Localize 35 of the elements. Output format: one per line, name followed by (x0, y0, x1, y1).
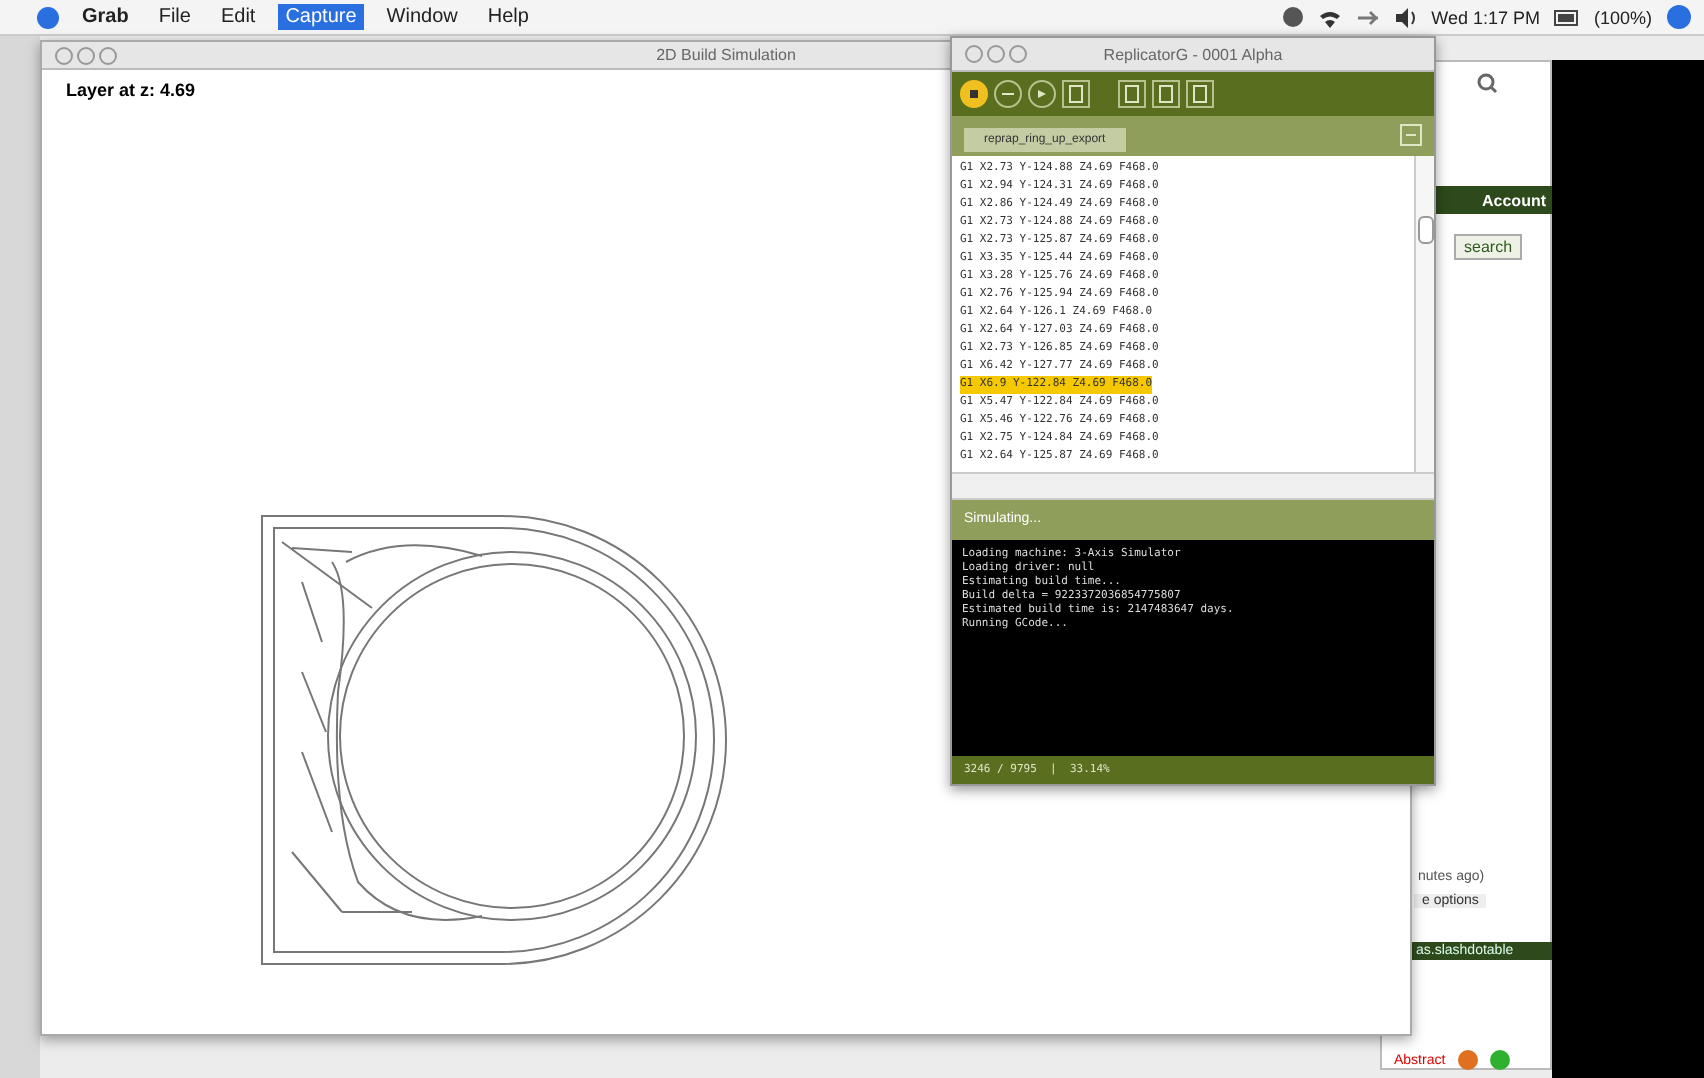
window-title: ReplicatorG - 0001 Alpha (1103, 45, 1283, 63)
window-buttons-icon (964, 44, 1028, 64)
menu-item[interactable]: Window (378, 4, 466, 30)
status-icon (1457, 1050, 1478, 1070)
status-icon (1281, 6, 1304, 28)
document-icon[interactable] (1118, 80, 1146, 108)
spotlight-icon (1666, 4, 1692, 30)
sync-icon (1355, 7, 1380, 27)
clock-text: Wed 1:17 PM (1431, 7, 1540, 27)
volume-icon (1393, 5, 1418, 29)
window-title: 2D Build Simulation (656, 46, 796, 64)
status-icon (1489, 1050, 1510, 1070)
layer-label: Layer at z: 4.69 (64, 78, 196, 100)
menu-item[interactable]: File (150, 4, 199, 30)
stop-icon[interactable] (960, 80, 988, 108)
window-buttons-icon (54, 45, 118, 65)
menu-item[interactable]: Edit (212, 4, 264, 30)
search-button[interactable]: search (1454, 234, 1523, 260)
horizontal-scrollbar[interactable] (952, 472, 1434, 500)
document-icon[interactable] (1062, 80, 1090, 108)
document-icon[interactable] (1152, 80, 1180, 108)
scrollbar[interactable] (1414, 156, 1434, 472)
menu-item[interactable]: Grab (74, 4, 137, 30)
menu-item[interactable]: Help (479, 4, 537, 30)
tab-menu-icon (1400, 124, 1422, 146)
play-icon[interactable] (1028, 80, 1056, 108)
wifi-icon (1317, 7, 1342, 27)
document-icon[interactable] (1186, 80, 1214, 108)
scroll-thumb[interactable] (1418, 216, 1434, 244)
search-icon (1476, 72, 1498, 94)
battery-icon (1553, 7, 1580, 27)
account-text: Account (1482, 191, 1546, 209)
pause-icon[interactable] (994, 80, 1022, 108)
menu-item[interactable]: Capture (277, 4, 365, 30)
battery-text: (100%) (1593, 7, 1652, 27)
